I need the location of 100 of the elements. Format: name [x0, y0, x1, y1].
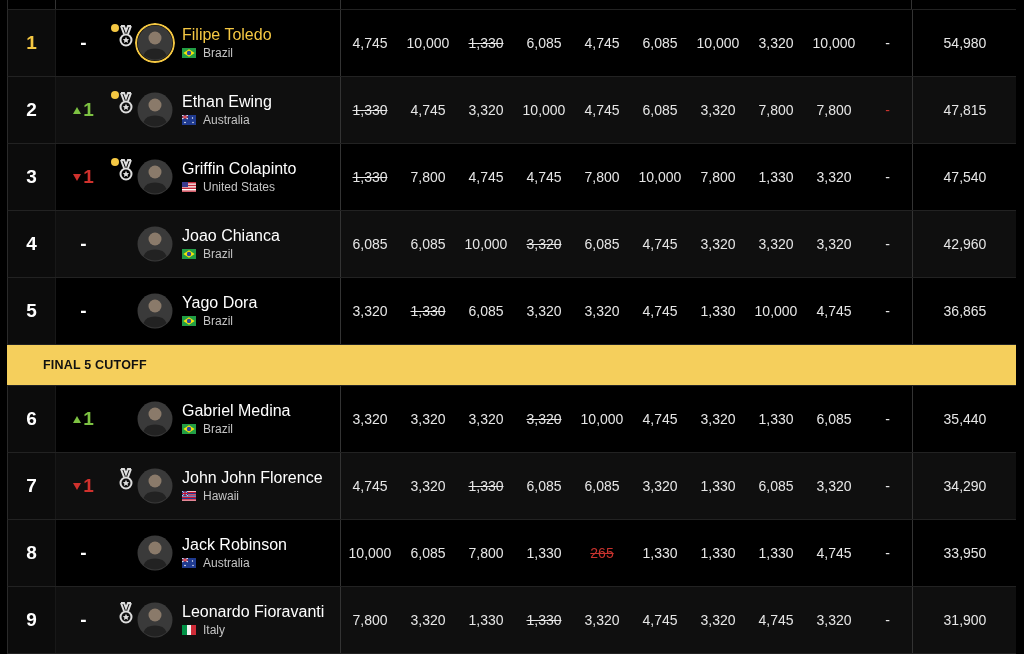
score-value: 3,320: [700, 236, 736, 252]
score-value: 1,330: [352, 102, 388, 118]
score-value: 3,320: [816, 236, 852, 252]
score-value: 4,745: [352, 478, 388, 494]
score-value: 3,320: [816, 612, 852, 628]
total-points: 42,960: [943, 236, 987, 252]
score-value: 1,330: [468, 35, 504, 51]
score-value: 6,085: [758, 478, 794, 494]
score-value: 6,085: [410, 236, 446, 252]
score-value: 6,085: [642, 35, 678, 51]
total-points: 54,980: [943, 35, 987, 51]
athlete-name[interactable]: Gabriel Medina: [182, 402, 291, 420]
score-value: 3,320: [352, 303, 388, 319]
score-value: 3,320: [526, 303, 562, 319]
score-value: 4,745: [642, 303, 678, 319]
rank-change: 1: [73, 99, 94, 121]
score-value: 6,085: [468, 303, 504, 319]
rank-change: 1: [73, 475, 94, 497]
athlete-name[interactable]: Leonardo Fioravanti: [182, 603, 325, 621]
score-value: 7,800: [468, 545, 504, 561]
score-value: 10,000: [638, 169, 682, 185]
score-value: 3,320: [468, 411, 504, 427]
score-value: 7,800: [584, 169, 620, 185]
avatar-icon: [135, 291, 175, 331]
total-points: 34,290: [943, 478, 987, 494]
athlete-name[interactable]: Joao Chianca: [182, 227, 280, 245]
athlete-name[interactable]: Yago Dora: [182, 294, 258, 312]
rank-number: 7: [26, 475, 37, 497]
score-value: 3,320: [468, 102, 504, 118]
score-value: 1,330: [700, 545, 736, 561]
score-value: 4,745: [352, 35, 388, 51]
country-name: Brazil: [203, 247, 233, 261]
score-value: 3,320: [352, 411, 388, 427]
rank-number: 4: [26, 233, 37, 255]
country-name: Australia: [203, 113, 250, 127]
athlete-name[interactable]: Filipe Toledo: [182, 26, 272, 44]
country-name: Brazil: [203, 314, 233, 328]
score-value: 1,330: [468, 478, 504, 494]
avatar-icon: [135, 90, 175, 130]
down-arrow-icon: [73, 173, 82, 181]
total-points: 31,900: [943, 612, 987, 628]
down-arrow-icon: [73, 482, 82, 490]
rank-number: 9: [26, 609, 37, 631]
score-value: 3,320: [410, 612, 446, 628]
rank-change: -: [80, 32, 87, 54]
score-value: 7,800: [700, 169, 736, 185]
athlete-name[interactable]: Ethan Ewing: [182, 93, 272, 111]
rank-change: -: [80, 542, 87, 564]
score-value: 4,745: [816, 545, 852, 561]
score-value: 4,745: [468, 169, 504, 185]
score-value: 3,320: [584, 612, 620, 628]
score-value: 4,745: [642, 236, 678, 252]
score-value: 3,320: [816, 169, 852, 185]
score-value: 3,320: [642, 478, 678, 494]
athlete-name[interactable]: John John Florence: [182, 469, 323, 487]
score-value: 6,085: [584, 236, 620, 252]
score-value: 3,320: [700, 612, 736, 628]
score-value: 7,800: [352, 612, 388, 628]
score-value: -: [885, 236, 890, 252]
score-value: 3,320: [758, 236, 794, 252]
score-value: -: [885, 35, 890, 51]
score-value: 1,330: [758, 545, 794, 561]
rank-number: 6: [26, 408, 37, 430]
score-value: 4,745: [584, 102, 620, 118]
score-value: 1,330: [468, 612, 504, 628]
total-points: 47,540: [943, 169, 987, 185]
country-name: Brazil: [203, 46, 233, 60]
score-value: 3,320: [816, 478, 852, 494]
avatar-icon: [135, 399, 175, 439]
score-value: 1,330: [758, 411, 794, 427]
score-value: 3,320: [700, 102, 736, 118]
score-value: -: [885, 411, 890, 427]
score-value: -: [885, 478, 890, 494]
score-value: 1,330: [700, 303, 736, 319]
score-value: 4,745: [642, 411, 678, 427]
athlete-name[interactable]: Jack Robinson: [182, 536, 287, 554]
score-value: 4,745: [526, 169, 562, 185]
total-points: 47,815: [943, 102, 987, 118]
up-arrow-icon: [73, 415, 82, 423]
score-value: 4,745: [816, 303, 852, 319]
avatar-icon: [135, 533, 175, 573]
total-points: 35,440: [943, 411, 987, 427]
score-value: 6,085: [526, 478, 562, 494]
rank-number: 8: [26, 542, 37, 564]
score-value: 10,000: [580, 411, 624, 427]
score-value: 3,320: [410, 478, 446, 494]
score-value: 10,000: [754, 303, 798, 319]
score-value: -: [885, 545, 890, 561]
rank-number: 5: [26, 300, 37, 322]
cutoff-label: FINAL 5 CUTOFF: [43, 358, 147, 372]
country-name: United States: [203, 180, 276, 194]
score-value: -: [885, 612, 890, 628]
avatar-icon: [135, 600, 175, 640]
score-value: 6,085: [352, 236, 388, 252]
up-arrow-icon: [73, 106, 82, 114]
athlete-name[interactable]: Griffin Colapinto: [182, 160, 297, 178]
score-value: 10,000: [812, 35, 856, 51]
score-value: 3,320: [758, 35, 794, 51]
rank-number: 2: [26, 99, 37, 121]
score-value: 1,330: [352, 169, 388, 185]
